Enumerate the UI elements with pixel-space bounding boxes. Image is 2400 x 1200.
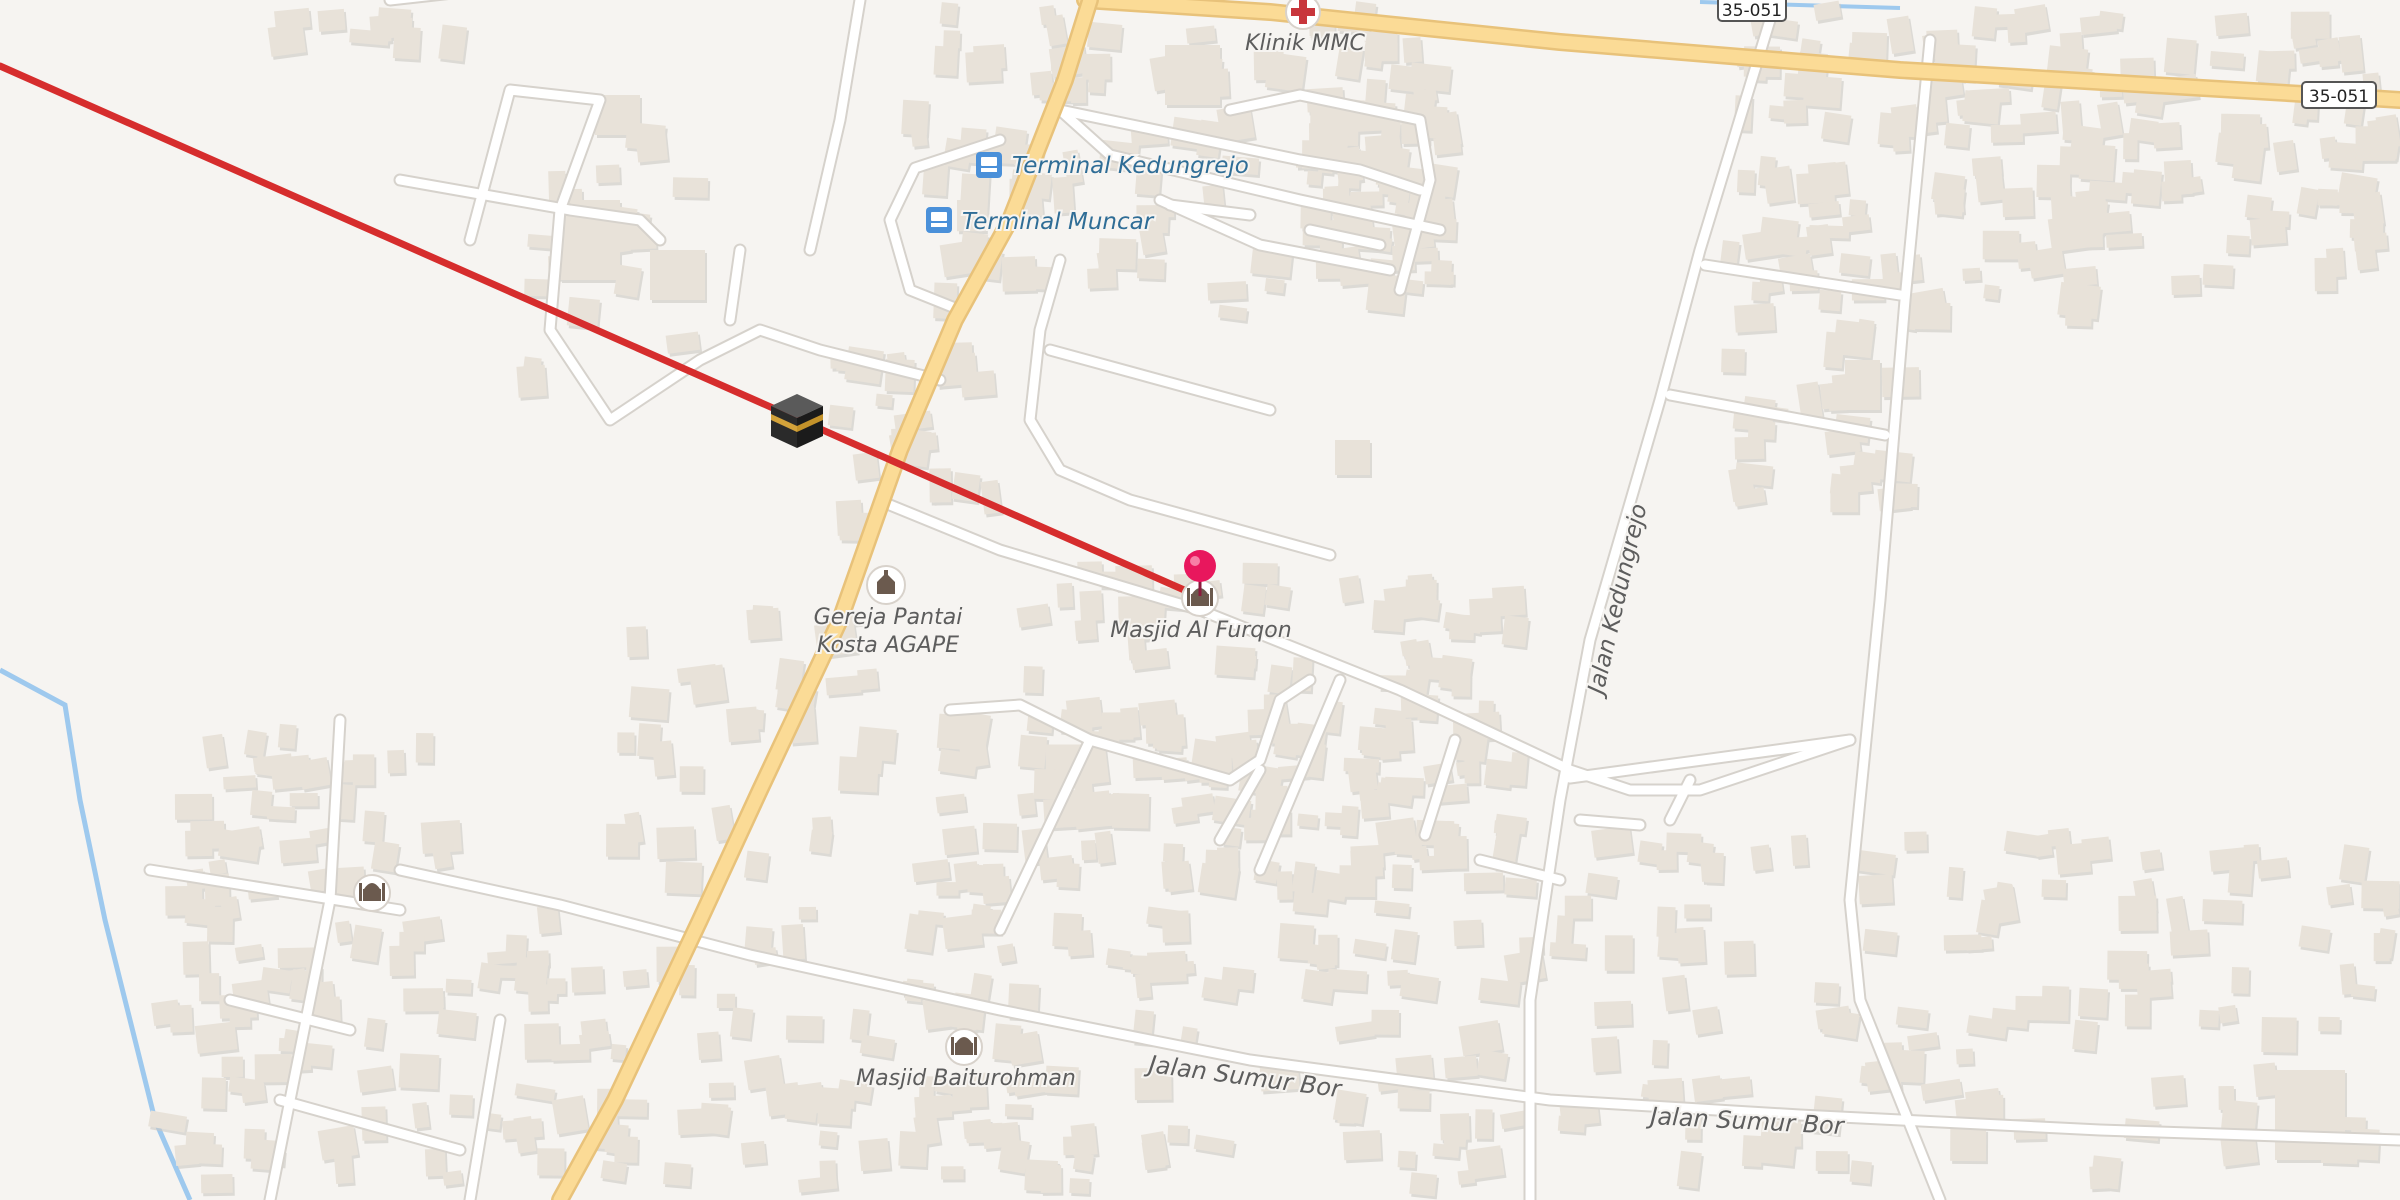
road-shield-top: 35-051 [1717,0,1787,22]
map-canvas[interactable]: 35-051 35-051 Klinik MMC Terminal Kedung… [0,0,2400,1200]
poi-label-klinik: Klinik MMC [1245,31,1365,56]
road-shield-top-label: 35-051 [1722,1,1782,21]
poi-label-masjid-al-furqon: Masjid Al Furqon [1110,618,1291,643]
bus-icon [976,152,1002,178]
poi-label-gereja-line1: Gereja Pantai [814,605,963,630]
poi-label-terminal-kedungrejo: Terminal Kedungrejo [1012,153,1249,179]
poi-label-masjid-baiturohman: Masjid Baiturohman [856,1066,1076,1091]
poi-terminal-kedungrejo[interactable]: Terminal Kedungrejo [976,151,1251,181]
bus-icon [926,207,952,233]
poi-mosque-unnamed[interactable] [353,874,391,912]
road-shield-right: 35-051 [2301,81,2377,109]
poi-label-gereja-line2: Kosta AGAPE [817,633,959,658]
poi-label-terminal-muncar: Terminal Muncar [962,209,1155,235]
road-shield-right-label: 35-051 [2309,87,2369,107]
